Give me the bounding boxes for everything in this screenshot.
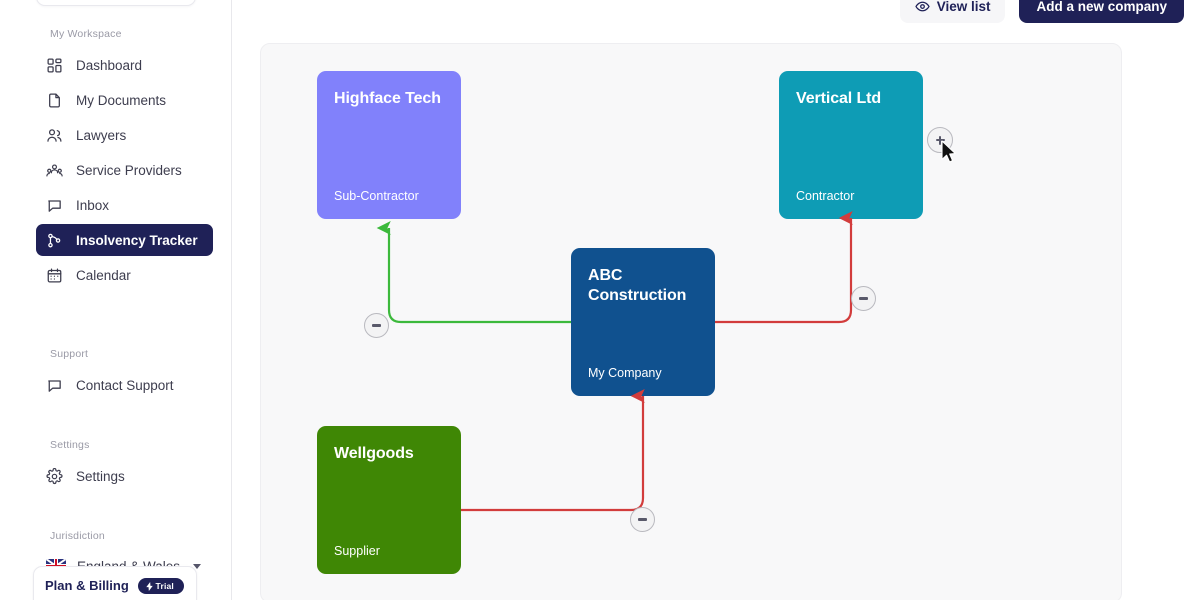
edge-abc-to-vertical[interactable] xyxy=(715,210,853,324)
sidebar-item-label: Lawyers xyxy=(76,127,127,143)
sidebar-item-service-providers[interactable]: Service Providers xyxy=(36,154,213,186)
gear-icon xyxy=(46,467,63,485)
sidebar-item-dashboard[interactable]: Dashboard xyxy=(36,49,213,81)
minus-circle-icon xyxy=(372,324,381,327)
sidebar: My Workspace Dashboard My Documents Lawy… xyxy=(0,0,232,600)
sidebar-group-settings: Settings Settings xyxy=(0,439,231,492)
status-badge: Trial xyxy=(137,578,184,594)
sidebar-group-label: Support xyxy=(50,348,89,360)
sidebar-group-label: My Workspace xyxy=(50,28,122,40)
sidebar-item-label: Contact Support xyxy=(76,377,174,393)
add-company-button[interactable]: Add a new company xyxy=(1019,0,1184,23)
view-list-button[interactable]: View list xyxy=(899,0,1006,23)
document-icon xyxy=(46,92,63,109)
sidebar-item-label: Inbox xyxy=(76,197,110,213)
jurisdiction-label: Jurisdiction xyxy=(50,530,105,542)
chat-bubble-icon xyxy=(46,197,63,214)
remove-edge-wellgoods-to-abc-button[interactable] xyxy=(630,507,655,532)
sidebar-item-settings[interactable]: Settings xyxy=(36,460,213,492)
sidebar-item-calendar[interactable]: Calendar xyxy=(36,259,213,291)
sidebar-item-my-documents[interactable]: My Documents xyxy=(36,84,213,116)
plus-circle-icon-vertical xyxy=(938,135,942,145)
sidebar-nav: My Workspace Dashboard My Documents Lawy… xyxy=(0,28,231,585)
sidebar-item-lawyers[interactable]: Lawyers xyxy=(36,119,213,151)
view-list-label: View list xyxy=(936,0,991,14)
toolbar: View list Add a new company xyxy=(899,0,1184,23)
minus-circle-icon xyxy=(638,518,647,521)
sidebar-item-label: Dashboard xyxy=(76,57,143,73)
sidebar-item-label: My Documents xyxy=(76,92,167,108)
edge-abc-to-highface[interactable] xyxy=(376,220,571,324)
network-nodes-icon xyxy=(46,232,63,249)
diagram-edges xyxy=(376,210,853,512)
dashboard-grid-icon xyxy=(46,57,63,74)
sidebar-item-contact-support[interactable]: Contact Support xyxy=(36,369,213,401)
sidebar-item-label: Insolvency Tracker xyxy=(76,232,198,248)
sidebar-item-insolvency-tracker[interactable]: Insolvency Tracker xyxy=(36,224,213,256)
plan-billing-title: Plan & Billing xyxy=(45,578,129,593)
insolvency-diagram-canvas[interactable]: Highface Tech Sub-Contractor Vertical Lt… xyxy=(260,43,1122,600)
sidebar-item-label: Calendar xyxy=(76,267,131,283)
edge-wellgoods-to-abc[interactable] xyxy=(461,388,645,512)
remove-edge-abc-to-highface-button[interactable] xyxy=(364,313,389,338)
status-badge-label: Trial xyxy=(155,581,174,591)
remove-edge-abc-to-vertical-button[interactable] xyxy=(851,286,876,311)
sidebar-top-card-stub xyxy=(36,0,196,6)
calendar-icon xyxy=(46,267,63,284)
chat-bubble-icon xyxy=(46,377,63,394)
main-content: View list Add a new company Highface Tec… xyxy=(232,0,1200,600)
sidebar-item-label: Service Providers xyxy=(76,162,182,178)
eye-icon xyxy=(914,1,930,12)
sidebar-group-my-workspace: My Workspace Dashboard My Documents Lawy… xyxy=(0,28,231,291)
people-group-icon xyxy=(46,162,63,179)
app-root: My Workspace Dashboard My Documents Lawy… xyxy=(0,0,1200,600)
plan-billing-card[interactable]: Plan & Billing Trial xyxy=(33,566,197,600)
sidebar-group-label: Settings xyxy=(50,439,90,451)
sidebar-group-support: Support Contact Support xyxy=(0,348,231,401)
sidebar-item-label: Settings xyxy=(76,468,125,484)
users-icon xyxy=(46,127,63,144)
sidebar-item-inbox[interactable]: Inbox xyxy=(36,189,213,221)
minus-circle-icon xyxy=(859,297,868,300)
add-connected-node-button[interactable] xyxy=(927,127,953,153)
lightning-bolt-icon xyxy=(145,581,153,591)
